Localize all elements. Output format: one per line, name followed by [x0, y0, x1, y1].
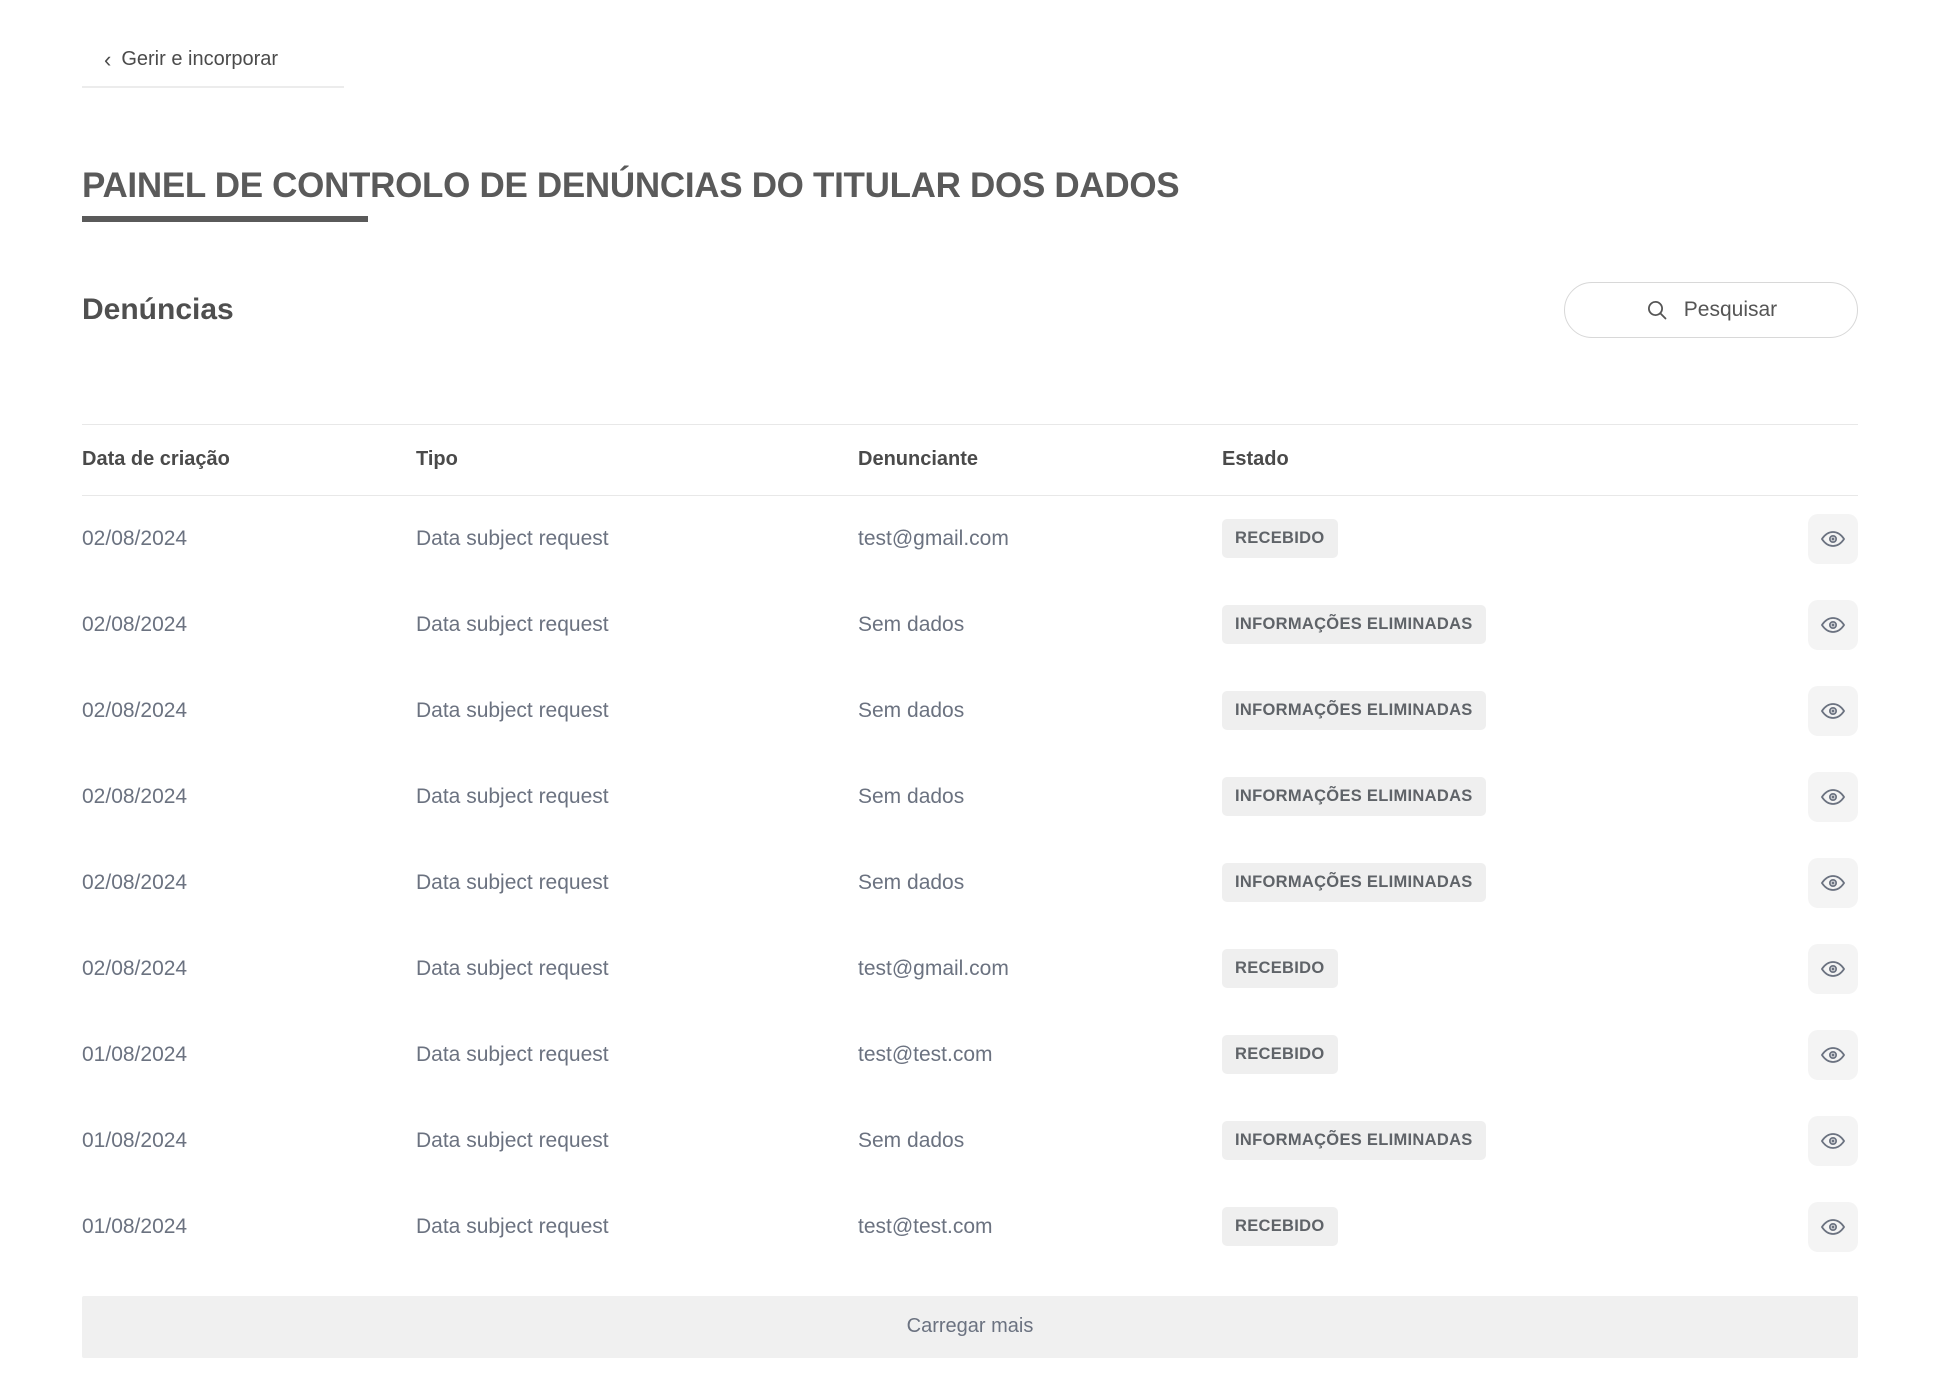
eye-icon	[1819, 611, 1847, 639]
column-header-type: Tipo	[416, 448, 858, 471]
cell-status: INFORMAÇÕES ELIMINADAS	[1222, 691, 1808, 730]
page-container: ‹ Gerir e incorporar PAINEL DE CONTROLO …	[82, 0, 1858, 1358]
status-badge: RECEBIDO	[1222, 519, 1338, 558]
status-badge: INFORMAÇÕES ELIMINADAS	[1222, 777, 1486, 816]
cell-status: INFORMAÇÕES ELIMINADAS	[1222, 1121, 1808, 1160]
cell-status: INFORMAÇÕES ELIMINADAS	[1222, 777, 1808, 816]
eye-icon	[1819, 783, 1847, 811]
cell-status: RECEBIDO	[1222, 1207, 1808, 1246]
cell-type: Data subject request	[416, 1129, 858, 1153]
cell-type: Data subject request	[416, 1043, 858, 1067]
view-row-button[interactable]	[1808, 1116, 1858, 1166]
load-more-label: Carregar mais	[907, 1315, 1034, 1338]
table-row: 02/08/2024 Data subject request test@gma…	[82, 496, 1858, 582]
cell-reporter: test@test.com	[858, 1043, 1222, 1067]
status-badge: INFORMAÇÕES ELIMINADAS	[1222, 605, 1486, 644]
cell-type: Data subject request	[416, 527, 858, 551]
back-link-container: ‹ Gerir e incorporar	[82, 48, 344, 88]
cell-reporter: test@gmail.com	[858, 527, 1222, 551]
table-row: 02/08/2024 Data subject request Sem dado…	[82, 582, 1858, 668]
status-badge: RECEBIDO	[1222, 1207, 1338, 1246]
eye-icon	[1819, 1213, 1847, 1241]
table-row: 02/08/2024 Data subject request Sem dado…	[82, 840, 1858, 926]
cell-creation-date: 02/08/2024	[82, 957, 416, 981]
cell-type: Data subject request	[416, 699, 858, 723]
column-header-reporter: Denunciante	[858, 448, 1222, 471]
cell-type: Data subject request	[416, 871, 858, 895]
table-row: 01/08/2024 Data subject request test@tes…	[82, 1184, 1858, 1270]
search-button-label: Pesquisar	[1684, 298, 1777, 322]
cell-reporter: test@gmail.com	[858, 957, 1222, 981]
status-badge: RECEBIDO	[1222, 949, 1338, 988]
cell-type: Data subject request	[416, 1215, 858, 1239]
cell-reporter: Sem dados	[858, 1129, 1222, 1153]
table-row: 02/08/2024 Data subject request test@gma…	[82, 926, 1858, 1012]
status-badge: INFORMAÇÕES ELIMINADAS	[1222, 863, 1486, 902]
cell-type: Data subject request	[416, 785, 858, 809]
cell-status: RECEBIDO	[1222, 1035, 1808, 1074]
table-row: 02/08/2024 Data subject request Sem dado…	[82, 754, 1858, 840]
table-body: 02/08/2024 Data subject request test@gma…	[82, 496, 1858, 1270]
column-header-status: Estado	[1222, 448, 1808, 471]
status-badge: INFORMAÇÕES ELIMINADAS	[1222, 691, 1486, 730]
view-row-button[interactable]	[1808, 686, 1858, 736]
table-row: 02/08/2024 Data subject request Sem dado…	[82, 668, 1858, 754]
cell-creation-date: 02/08/2024	[82, 871, 416, 895]
back-link-label: Gerir e incorporar	[121, 48, 278, 71]
cell-reporter: Sem dados	[858, 871, 1222, 895]
status-badge: INFORMAÇÕES ELIMINADAS	[1222, 1121, 1486, 1160]
view-row-button[interactable]	[1808, 772, 1858, 822]
complaints-table: Data de criação Tipo Denunciante Estado …	[82, 424, 1858, 1270]
section-header-row: Denúncias Pesquisar	[82, 282, 1858, 338]
section-heading: Denúncias	[82, 293, 234, 327]
column-header-date: Data de criação	[82, 448, 416, 471]
cell-creation-date: 01/08/2024	[82, 1129, 416, 1153]
view-row-button[interactable]	[1808, 1030, 1858, 1080]
cell-reporter: Sem dados	[858, 785, 1222, 809]
table-header-row: Data de criação Tipo Denunciante Estado	[82, 424, 1858, 496]
cell-status: INFORMAÇÕES ELIMINADAS	[1222, 863, 1808, 902]
cell-creation-date: 01/08/2024	[82, 1215, 416, 1239]
eye-icon	[1819, 697, 1847, 725]
cell-type: Data subject request	[416, 613, 858, 637]
cell-status: RECEBIDO	[1222, 519, 1808, 558]
cell-reporter: test@test.com	[858, 1215, 1222, 1239]
cell-creation-date: 02/08/2024	[82, 527, 416, 551]
cell-status: INFORMAÇÕES ELIMINADAS	[1222, 605, 1808, 644]
status-badge: RECEBIDO	[1222, 1035, 1338, 1074]
search-button[interactable]: Pesquisar	[1564, 282, 1858, 338]
page-title: PAINEL DE CONTROLO DE DENÚNCIAS DO TITUL…	[82, 166, 1858, 206]
cell-type: Data subject request	[416, 957, 858, 981]
eye-icon	[1819, 1127, 1847, 1155]
view-row-button[interactable]	[1808, 1202, 1858, 1252]
table-row: 01/08/2024 Data subject request Sem dado…	[82, 1098, 1858, 1184]
cell-creation-date: 02/08/2024	[82, 785, 416, 809]
view-row-button[interactable]	[1808, 600, 1858, 650]
view-row-button[interactable]	[1808, 858, 1858, 908]
back-link[interactable]: ‹ Gerir e incorporar	[82, 48, 278, 71]
eye-icon	[1819, 869, 1847, 897]
cell-creation-date: 01/08/2024	[82, 1043, 416, 1067]
cell-status: RECEBIDO	[1222, 949, 1808, 988]
cell-reporter: Sem dados	[858, 613, 1222, 637]
title-underline	[82, 216, 368, 222]
eye-icon	[1819, 525, 1847, 553]
view-row-button[interactable]	[1808, 514, 1858, 564]
eye-icon	[1819, 955, 1847, 983]
eye-icon	[1819, 1041, 1847, 1069]
view-row-button[interactable]	[1808, 944, 1858, 994]
cell-creation-date: 02/08/2024	[82, 699, 416, 723]
search-icon	[1645, 298, 1669, 322]
chevron-left-icon: ‹	[104, 49, 111, 71]
cell-creation-date: 02/08/2024	[82, 613, 416, 637]
load-more-button[interactable]: Carregar mais	[82, 1296, 1858, 1358]
table-row: 01/08/2024 Data subject request test@tes…	[82, 1012, 1858, 1098]
cell-reporter: Sem dados	[858, 699, 1222, 723]
